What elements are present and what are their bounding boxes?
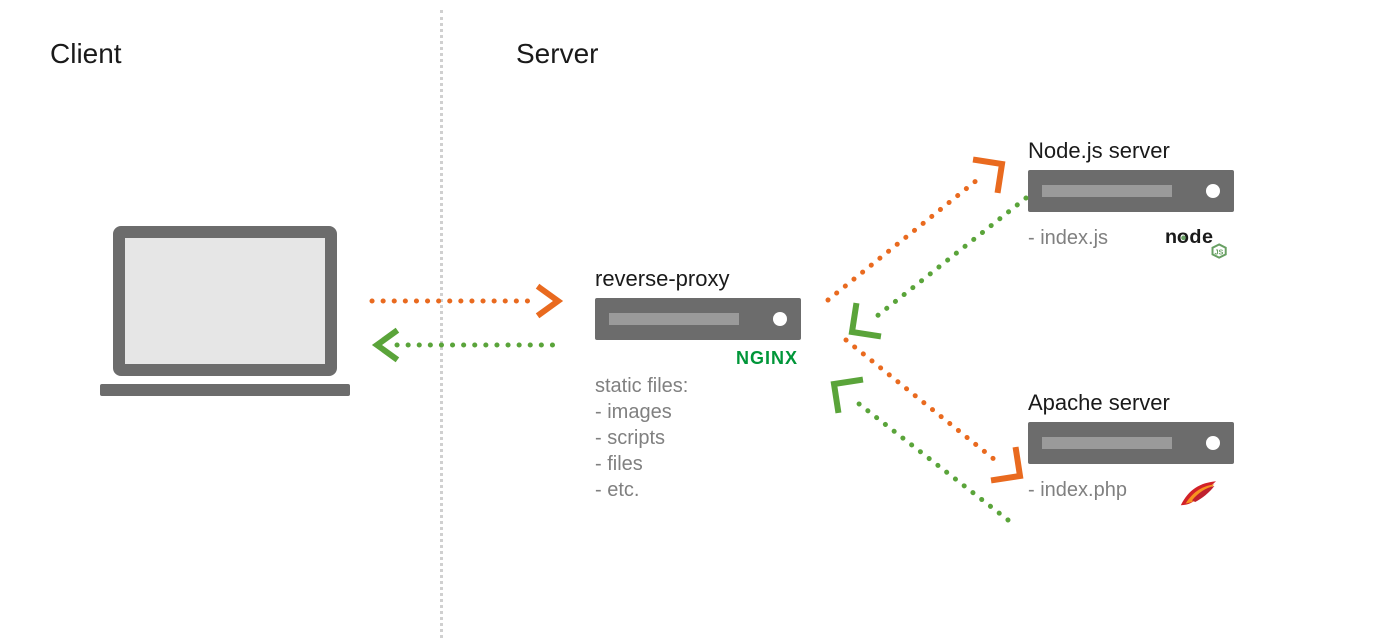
client-server-divider (440, 10, 443, 638)
apache-logo-icon (1176, 478, 1224, 510)
arrow-proxy-to-client (370, 330, 565, 360)
proxy-static-item-0: - images (595, 398, 672, 426)
nginx-logo: NGINX (736, 348, 798, 369)
arrow-apache-to-proxy (820, 370, 1015, 530)
svg-text:e: e (1202, 226, 1213, 248)
node-file-label: - index.js (1028, 224, 1108, 252)
apache-file-label: - index.php (1028, 476, 1127, 504)
proxy-static-item-1: - scripts (595, 424, 665, 452)
arrow-proxy-to-node (820, 150, 1015, 310)
svg-text:d: d (1189, 226, 1201, 248)
proxy-title: reverse-proxy (595, 266, 729, 292)
apache-title: Apache server (1028, 390, 1170, 416)
node-server-icon (1028, 170, 1234, 212)
heading-server: Server (516, 38, 598, 70)
proxy-static-heading: static files: (595, 372, 688, 400)
arrow-client-to-proxy (370, 286, 565, 316)
apache-server-icon (1028, 422, 1234, 464)
node-title: Node.js server (1028, 138, 1170, 164)
arrow-node-to-proxy (838, 190, 1033, 350)
heading-client: Client (50, 38, 122, 70)
nodejs-logo-icon: n o d e JS (1165, 222, 1231, 262)
proxy-server-icon (595, 298, 801, 340)
laptop-icon (100, 226, 350, 396)
svg-text:n: n (1165, 226, 1177, 248)
arrow-proxy-to-apache (838, 330, 1033, 490)
svg-text:JS: JS (1214, 247, 1223, 256)
proxy-static-item-2: - files (595, 450, 643, 478)
proxy-static-item-3: - etc. (595, 476, 639, 504)
